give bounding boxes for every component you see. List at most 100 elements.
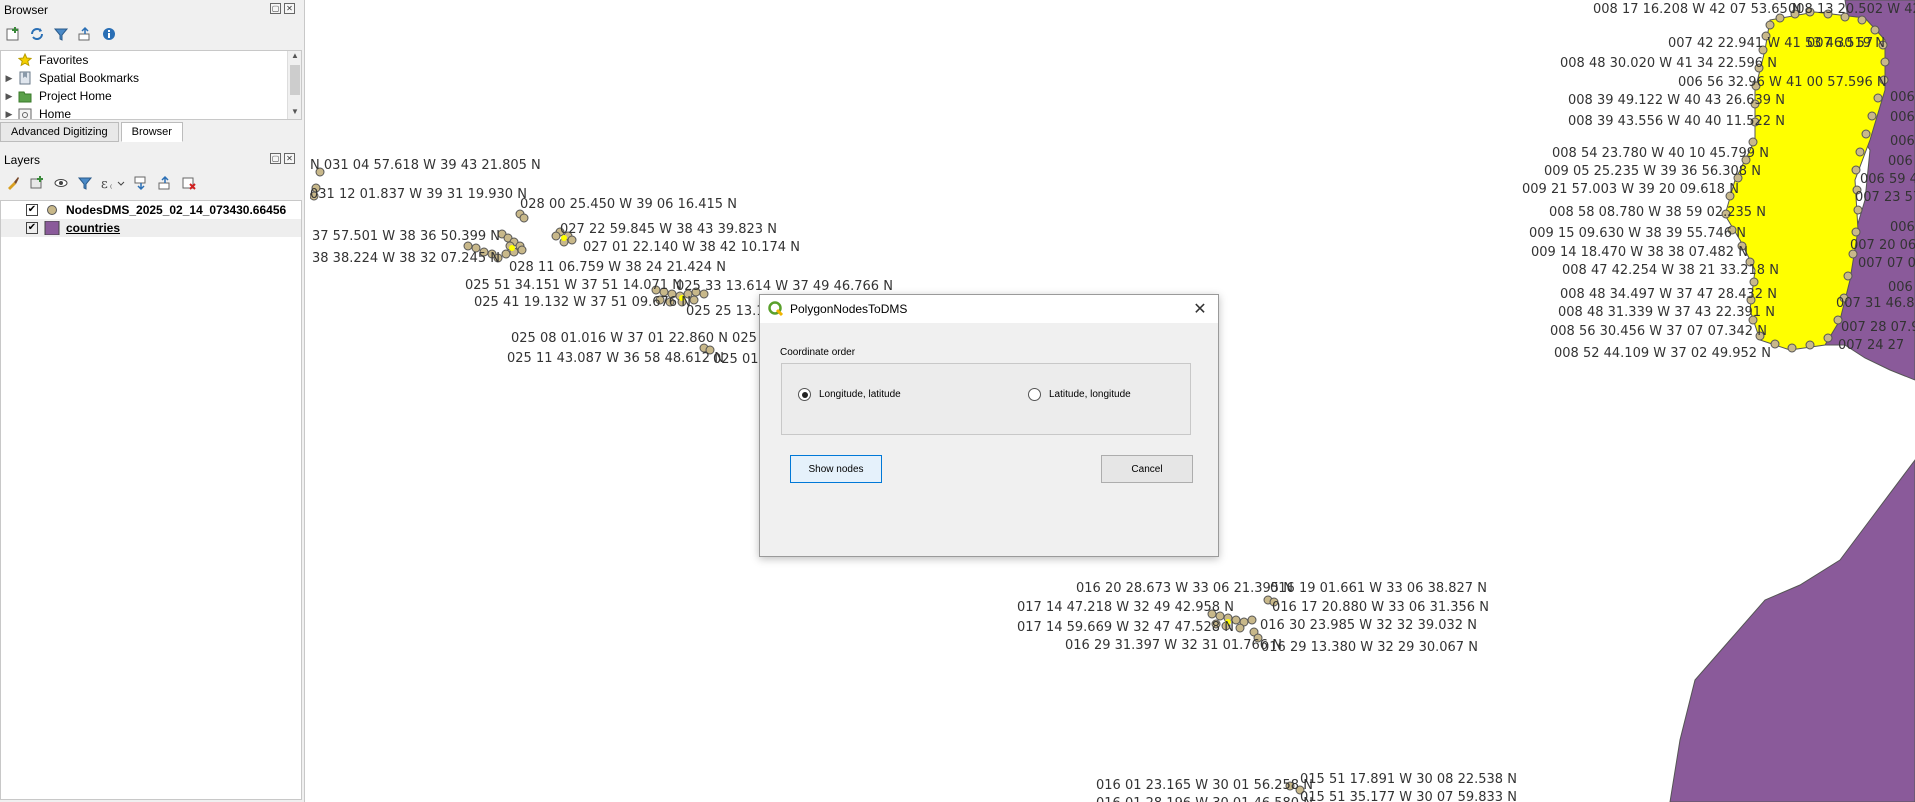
map-node-label: 006 59 (1890, 220, 1915, 235)
scroll-down-icon[interactable]: ▼ (288, 107, 301, 119)
star-icon (17, 53, 33, 67)
close-panel-icon[interactable]: ✕ (284, 3, 295, 14)
tree-item-favorites[interactable]: Favorites (1, 51, 301, 69)
radio-label: Latitude, longitude (1049, 389, 1131, 400)
tree-item-spatial-bookmarks[interactable]: ▶ Spatial Bookmarks (1, 69, 301, 87)
float-panel-icon[interactable]: ▢ (270, 3, 281, 14)
coordinate-order-group: Longitude, latitude Latitude, longitude (781, 363, 1191, 435)
expression-filter-icon[interactable]: ε ₍ (100, 174, 126, 192)
radio-longitude-latitude[interactable]: Longitude, latitude (798, 388, 901, 401)
svg-text:₍: ₍ (110, 180, 112, 190)
layers-panel-controls: ▢ ✕ (270, 153, 298, 165)
map-node-label: 008 48 34.497 W 37 47 28.432 N (1560, 287, 1777, 302)
map-node-label: 016 19 01.661 W 33 06 38.827 N (1270, 581, 1487, 596)
map-node-label: 007 30 57 (1807, 36, 1874, 51)
radio-unselected-indicator[interactable] (1028, 388, 1041, 401)
expand-arrow-icon[interactable]: ▶ (1, 109, 17, 120)
radio-latitude-longitude[interactable]: Latitude, longitude (1028, 388, 1131, 401)
africa-landmass (1669, 459, 1915, 802)
map-node-label: 37 57.501 W 38 36 50.399 N (312, 229, 500, 244)
tab-advanced-digitizing[interactable]: Advanced Digitizing (0, 122, 119, 142)
collapse-all-icon[interactable] (156, 174, 174, 192)
filter-icon[interactable] (52, 25, 70, 43)
browser-tree[interactable]: Favorites ▶ Spatial Bookmarks ▶ Project … (0, 50, 302, 120)
radio-selected-indicator[interactable] (798, 388, 811, 401)
layer-row-nodes[interactable]: ✔ NodesDMS_2025_02_14_073430.66456 (1, 201, 301, 219)
browser-toolbar (4, 25, 118, 43)
collapse-all-icon[interactable] (76, 25, 94, 43)
map-node-label: 009 21 57.003 W 39 20 09.618 N (1522, 182, 1739, 197)
map-node-label: 016 17 20.880 W 33 06 31.356 N (1272, 600, 1489, 615)
map-node-label: 008 56 30.456 W 37 07 07.342 N (1550, 324, 1767, 339)
polygon-nodes-to-dms-dialog: PolygonNodesToDMS ✕ Coordinate order Lon… (759, 294, 1219, 557)
map-node-label: 008 48 31.339 W 37 43 22.391 N (1558, 305, 1775, 320)
add-selected-layers-icon[interactable] (4, 25, 22, 43)
float-panel-icon[interactable]: ▢ (270, 153, 281, 164)
layer-visibility-checkbox[interactable]: ✔ (26, 204, 38, 216)
map-node-label: 009 05 25.235 W 39 36 56.308 N (1544, 164, 1761, 179)
map-node-label: 008 58 08.780 W 38 59 02.235 N (1549, 205, 1766, 220)
map-node-label: 007 24 27 (1838, 338, 1905, 353)
layers-panel-title: Layers (4, 153, 41, 167)
home-icon (17, 107, 33, 119)
tree-item-project-home[interactable]: ▶ Project Home (1, 87, 301, 105)
layer-name: countries (66, 221, 121, 235)
map-node-label: 008 54 23.780 W 40 10 45.799 N (1552, 146, 1769, 161)
map-node-label: 006 49 (1890, 134, 1915, 149)
map-node-label: 007 31 46.88 (1836, 296, 1915, 311)
map-node-label: 008 52 44.109 W 37 02 49.952 N (1554, 346, 1771, 361)
cancel-button[interactable]: Cancel (1101, 455, 1193, 483)
visibility-eye-icon[interactable] (52, 174, 70, 192)
filter-legend-icon[interactable] (76, 174, 94, 192)
map-node-label: 028 11 06.759 W 38 24 21.424 N (509, 260, 726, 275)
svg-text:ε: ε (101, 177, 108, 191)
style-brush-icon[interactable] (4, 174, 22, 192)
map-node-label: 006 56 32.96 W 41 00 57.596 N (1678, 75, 1887, 90)
map-node-label: 016 30 23.985 W 32 32 39.032 N (1260, 618, 1477, 633)
bookmark-icon (17, 71, 33, 85)
map-node-label: 009 15 09.630 W 38 39 55.746 N (1529, 226, 1746, 241)
layer-name: NodesDMS_2025_02_14_073430.66456 (66, 203, 287, 217)
expand-arrow-icon[interactable]: ▶ (1, 91, 17, 102)
coordinate-order-label: Coordinate order (780, 347, 856, 358)
layer-visibility-checkbox[interactable]: ✔ (26, 222, 38, 234)
map-node-label: 016 01 28.196 W 30 01 46.580 N (1096, 796, 1313, 802)
dock-tabs: Advanced Digitizing Browser (0, 122, 302, 142)
scroll-up-icon[interactable]: ▲ (288, 51, 301, 63)
map-node-label: 009 14 18.470 W 38 38 07.482 N (1531, 245, 1748, 260)
map-node-label: 016 29 31.397 W 32 31 01.766 N (1065, 638, 1282, 653)
layers-toolbar: ε ₍ (4, 174, 198, 192)
remove-layer-icon[interactable] (180, 174, 198, 192)
info-icon[interactable] (100, 25, 118, 43)
map-node-label: 38 38.224 W 38 32 07.245 N (312, 251, 500, 266)
qgis-window: Browser ▢ ✕ Favorites ▶ Spatial Bookmark… (0, 0, 1915, 802)
map-node-label: 006 50 (1890, 110, 1915, 125)
map-node-label: 007 07 07 (1858, 256, 1915, 271)
map-node-label: 027 01 22.140 W 38 42 10.174 N (583, 240, 800, 255)
tree-item-label: Spatial Bookmarks (39, 71, 140, 85)
map-node-label: 007 20 06.6 (1850, 238, 1915, 253)
tree-item-label: Home (39, 107, 72, 120)
close-panel-icon[interactable]: ✕ (284, 153, 295, 164)
map-node-label: 025 41 19.132 W 37 51 09.676 N (474, 295, 691, 310)
map-node-label: 016 29 13.380 W 32 29 30.067 N (1261, 640, 1478, 655)
tab-browser[interactable]: Browser (120, 122, 183, 142)
scroll-thumb[interactable] (290, 65, 300, 95)
layer-row-countries[interactable]: ✔ countries (1, 219, 301, 237)
layers-tree[interactable]: ✔ NodesDMS_2025_02_14_073430.66456 ✔ cou… (0, 200, 302, 800)
expand-arrow-icon[interactable]: ▶ (1, 73, 17, 84)
map-node-label: 008 39 49.122 W 40 43 26.639 N (1568, 93, 1785, 108)
map-node-label: 008 17 16.208 W 42 07 53.65 N (1593, 2, 1802, 17)
map-node-label: 016 01 23.165 W 30 01 56.258 N (1096, 778, 1313, 793)
show-nodes-button[interactable]: Show nodes (790, 455, 882, 483)
add-group-icon[interactable] (28, 174, 46, 192)
expand-all-icon[interactable] (132, 174, 150, 192)
map-node-label: 007 28 07.92 (1841, 320, 1915, 335)
map-node-label: 008 47 42.254 W 38 21 33.218 N (1562, 263, 1779, 278)
close-icon[interactable]: ✕ (1190, 299, 1210, 319)
browser-panel-controls: ▢ ✕ (270, 3, 298, 15)
dialog-title-bar[interactable]: PolygonNodesToDMS (760, 295, 1218, 323)
refresh-icon[interactable] (28, 25, 46, 43)
tree-item-home[interactable]: ▶ Home (1, 105, 301, 120)
browser-scrollbar[interactable]: ▲ ▼ (287, 51, 301, 119)
